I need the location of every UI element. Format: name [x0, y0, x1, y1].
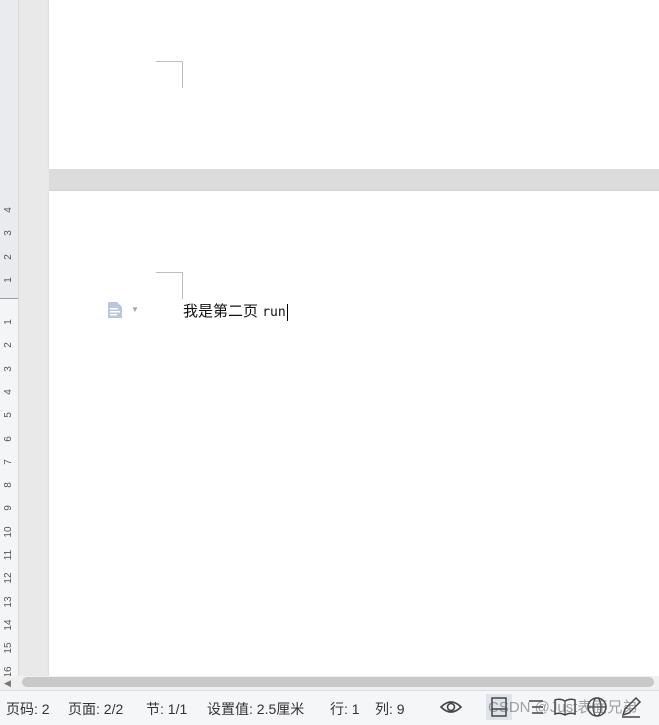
status-page-number[interactable]: 页码: 2 — [6, 699, 50, 719]
ruler-tick-label: 3 — [3, 365, 14, 372]
status-setting-value[interactable]: 设置值: 2.5厘米 — [207, 699, 304, 719]
ruler-tick-label: 7 — [3, 459, 14, 465]
ruler-tick-label: 13 — [3, 596, 14, 608]
document-page-1[interactable] — [49, 0, 659, 169]
ruler-tick-label: 2 — [3, 342, 14, 349]
chevron-down-icon[interactable]: ▼ — [131, 305, 139, 314]
eye-icon[interactable] — [438, 694, 464, 720]
ruler-tick-label: 2 — [3, 254, 14, 260]
ruler-margin-line — [0, 298, 18, 299]
ruler-tick-label: 3 — [3, 230, 14, 236]
ruler-tick-label: 11 — [3, 549, 14, 561]
ruler-tick-label: 6 — [3, 435, 14, 442]
status-column[interactable]: 列: 9 — [375, 699, 405, 719]
ruler-tick-label: 5 — [3, 412, 14, 418]
page2-code-text: run — [262, 305, 286, 320]
horizontal-scroll-thumb[interactable] — [22, 677, 654, 687]
ruler-tick-label: 9 — [3, 505, 14, 512]
status-page-count[interactable]: 页面: 2/2 — [68, 699, 123, 719]
ruler-tick-label: 8 — [3, 482, 14, 488]
ruler-tick-label: 14 — [3, 619, 14, 631]
workspace-gutter — [19, 0, 49, 676]
csdn-watermark: CSDN @Just表面兄弟 — [488, 699, 638, 716]
vertical-ruler[interactable]: 4 3 2 1 1 2 3 4 5 6 7 8 9 10 11 12 13 14 15 16 — [0, 0, 19, 677]
page2-paragraph[interactable]: 我是第二页 run — [183, 300, 288, 321]
margin-corner-mark — [156, 272, 183, 299]
ruler-tick-label: 15 — [3, 642, 14, 654]
ruler-tick-label: 1 — [3, 319, 14, 325]
ruler-tick-label: 4 — [3, 207, 14, 213]
text-cursor — [286, 303, 288, 321]
page2-text: 我是第二页 — [183, 303, 259, 320]
ruler-tick-label: 12 — [3, 572, 14, 584]
status-line[interactable]: 行: 1 — [330, 699, 360, 719]
paragraph-icon[interactable] — [106, 301, 124, 319]
ruler-tick-label: 1 — [3, 277, 14, 283]
page-separator — [49, 169, 659, 191]
document-page-2[interactable] — [49, 191, 659, 676]
ruler-tick-label: 10 — [3, 526, 14, 538]
scroll-left-arrow-icon[interactable]: ◀ — [4, 678, 11, 689]
ruler-tick-label: 4 — [3, 389, 14, 395]
margin-corner-mark — [156, 61, 183, 88]
status-section[interactable]: 节: 1/1 — [146, 699, 187, 719]
